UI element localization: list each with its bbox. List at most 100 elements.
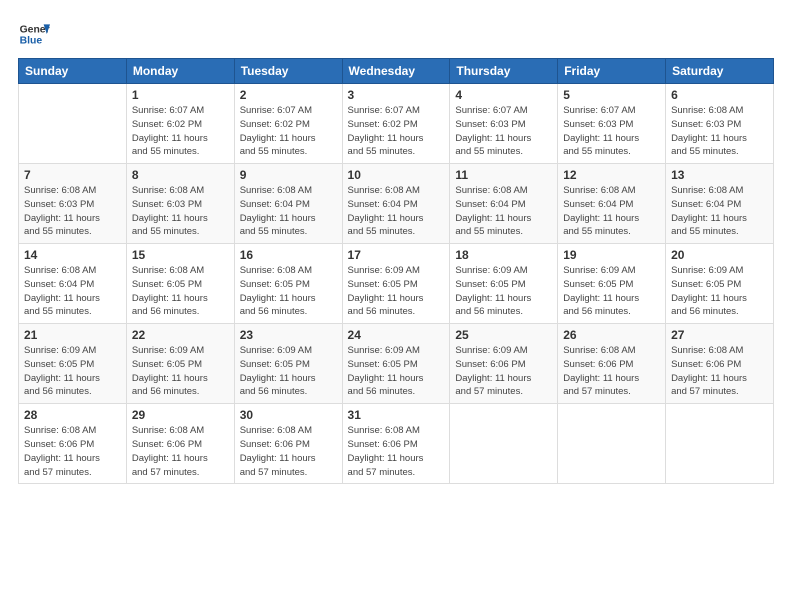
day-info: Sunrise: 6:09 AMSunset: 6:05 PMDaylight:… <box>671 264 768 319</box>
day-info: Sunrise: 6:07 AMSunset: 6:02 PMDaylight:… <box>240 104 337 159</box>
day-number: 23 <box>240 328 337 342</box>
calendar-cell: 10 Sunrise: 6:08 AMSunset: 6:04 PMDayligh… <box>342 164 450 244</box>
day-info: Sunrise: 6:08 AMSunset: 6:06 PMDaylight:… <box>348 424 445 479</box>
day-number: 10 <box>348 168 445 182</box>
day-number: 29 <box>132 408 229 422</box>
day-number: 3 <box>348 88 445 102</box>
calendar-table: SundayMondayTuesdayWednesdayThursdayFrid… <box>18 58 774 484</box>
calendar-cell: 12Sunrise: 6:08 AMSunset: 6:04 PMDayligh… <box>558 164 666 244</box>
weekday-header: Wednesday <box>342 59 450 84</box>
day-info: Sunrise: 6:09 AMSunset: 6:05 PMDaylight:… <box>348 344 445 399</box>
page-container: General Blue SundayMondayTuesdayWednesda… <box>0 0 792 494</box>
calendar-cell: 25Sunrise: 6:09 AMSunset: 6:06 PMDayligh… <box>450 324 558 404</box>
calendar-cell: 4 Sunrise: 6:07 AMSunset: 6:03 PMDaylight… <box>450 84 558 164</box>
week-row: 28 Sunrise: 6:08 AMSunset: 6:06 PMDayligh… <box>19 404 774 484</box>
day-info: Sunrise: 6:09 AMSunset: 6:05 PMDaylight:… <box>240 344 337 399</box>
day-info: Sunrise: 6:07 AMSunset: 6:02 PMDaylight:… <box>132 104 229 159</box>
header-row: SundayMondayTuesdayWednesdayThursdayFrid… <box>19 59 774 84</box>
day-info: Sunrise: 6:08 AMSunset: 6:05 PMDaylight:… <box>240 264 337 319</box>
day-number: 31 <box>348 408 445 422</box>
day-number: 22 <box>132 328 229 342</box>
day-info: Sunrise: 6:08 AMSunset: 6:05 PMDaylight:… <box>132 264 229 319</box>
day-number: 13 <box>671 168 768 182</box>
logo-icon: General Blue <box>18 18 50 50</box>
day-info: Sunrise: 6:08 AMSunset: 6:04 PMDaylight:… <box>348 184 445 239</box>
weekday-header: Saturday <box>666 59 774 84</box>
logo: General Blue <box>18 18 50 50</box>
day-info: Sunrise: 6:08 AMSunset: 6:06 PMDaylight:… <box>563 344 660 399</box>
day-info: Sunrise: 6:08 AMSunset: 6:06 PMDaylight:… <box>24 424 121 479</box>
day-number: 4 <box>455 88 552 102</box>
calendar-cell: 7 Sunrise: 6:08 AMSunset: 6:03 PMDaylight… <box>19 164 127 244</box>
week-row: 1 Sunrise: 6:07 AMSunset: 6:02 PMDaylight… <box>19 84 774 164</box>
svg-text:Blue: Blue <box>20 36 43 47</box>
day-info: Sunrise: 6:09 AMSunset: 6:05 PMDaylight:… <box>348 264 445 319</box>
day-number: 28 <box>24 408 121 422</box>
calendar-cell: 26 Sunrise: 6:08 AMSunset: 6:06 PMDayligh… <box>558 324 666 404</box>
calendar-cell <box>558 404 666 484</box>
day-info: Sunrise: 6:08 AMSunset: 6:04 PMDaylight:… <box>671 184 768 239</box>
calendar-cell: 3 Sunrise: 6:07 AMSunset: 6:02 PMDaylight… <box>342 84 450 164</box>
day-number: 15 <box>132 248 229 262</box>
day-info: Sunrise: 6:07 AMSunset: 6:03 PMDaylight:… <box>455 104 552 159</box>
calendar-cell: 22Sunrise: 6:09 AMSunset: 6:05 PMDayligh… <box>126 324 234 404</box>
calendar-cell: 20 Sunrise: 6:09 AMSunset: 6:05 PMDayligh… <box>666 244 774 324</box>
calendar-cell: 14 Sunrise: 6:08 AMSunset: 6:04 PMDayligh… <box>19 244 127 324</box>
day-number: 21 <box>24 328 121 342</box>
calendar-cell: 15 Sunrise: 6:08 AMSunset: 6:05 PMDayligh… <box>126 244 234 324</box>
calendar-cell: 23 Sunrise: 6:09 AMSunset: 6:05 PMDayligh… <box>234 324 342 404</box>
day-info: Sunrise: 6:09 AMSunset: 6:06 PMDaylight:… <box>455 344 552 399</box>
day-info: Sunrise: 6:09 AMSunset: 6:05 PMDaylight:… <box>455 264 552 319</box>
calendar-cell: 2 Sunrise: 6:07 AMSunset: 6:02 PMDaylight… <box>234 84 342 164</box>
day-info: Sunrise: 6:07 AMSunset: 6:02 PMDaylight:… <box>348 104 445 159</box>
calendar-cell: 28 Sunrise: 6:08 AMSunset: 6:06 PMDayligh… <box>19 404 127 484</box>
calendar-cell: 31 Sunrise: 6:08 AMSunset: 6:06 PMDayligh… <box>342 404 450 484</box>
day-number: 16 <box>240 248 337 262</box>
calendar-cell: 27 Sunrise: 6:08 AMSunset: 6:06 PMDayligh… <box>666 324 774 404</box>
calendar-cell: 6Sunrise: 6:08 AMSunset: 6:03 PMDaylight… <box>666 84 774 164</box>
day-info: Sunrise: 6:08 AMSunset: 6:04 PMDaylight:… <box>455 184 552 239</box>
day-info: Sunrise: 6:08 AMSunset: 6:03 PMDaylight:… <box>132 184 229 239</box>
calendar-cell: 5Sunrise: 6:07 AMSunset: 6:03 PMDaylight… <box>558 84 666 164</box>
calendar-cell: 24Sunrise: 6:09 AMSunset: 6:05 PMDayligh… <box>342 324 450 404</box>
day-number: 2 <box>240 88 337 102</box>
weekday-header: Thursday <box>450 59 558 84</box>
weekday-header: Sunday <box>19 59 127 84</box>
day-info: Sunrise: 6:08 AMSunset: 6:04 PMDaylight:… <box>240 184 337 239</box>
day-info: Sunrise: 6:09 AMSunset: 6:05 PMDaylight:… <box>563 264 660 319</box>
day-number: 19 <box>563 248 660 262</box>
day-number: 6 <box>671 88 768 102</box>
calendar-cell: 9Sunrise: 6:08 AMSunset: 6:04 PMDaylight… <box>234 164 342 244</box>
day-number: 11 <box>455 168 552 182</box>
calendar-cell <box>19 84 127 164</box>
day-number: 27 <box>671 328 768 342</box>
day-number: 30 <box>240 408 337 422</box>
day-number: 1 <box>132 88 229 102</box>
week-row: 14 Sunrise: 6:08 AMSunset: 6:04 PMDayligh… <box>19 244 774 324</box>
day-number: 20 <box>671 248 768 262</box>
day-info: Sunrise: 6:08 AMSunset: 6:06 PMDaylight:… <box>671 344 768 399</box>
calendar-cell: 13 Sunrise: 6:08 AMSunset: 6:04 PMDayligh… <box>666 164 774 244</box>
calendar-cell: 16 Sunrise: 6:08 AMSunset: 6:05 PMDayligh… <box>234 244 342 324</box>
day-number: 14 <box>24 248 121 262</box>
calendar-cell: 19 Sunrise: 6:09 AMSunset: 6:05 PMDayligh… <box>558 244 666 324</box>
day-info: Sunrise: 6:08 AMSunset: 6:04 PMDaylight:… <box>24 264 121 319</box>
day-number: 26 <box>563 328 660 342</box>
calendar-cell: 18Sunrise: 6:09 AMSunset: 6:05 PMDayligh… <box>450 244 558 324</box>
weekday-header: Tuesday <box>234 59 342 84</box>
day-info: Sunrise: 6:08 AMSunset: 6:04 PMDaylight:… <box>563 184 660 239</box>
week-row: 7 Sunrise: 6:08 AMSunset: 6:03 PMDaylight… <box>19 164 774 244</box>
day-info: Sunrise: 6:08 AMSunset: 6:06 PMDaylight:… <box>132 424 229 479</box>
day-number: 7 <box>24 168 121 182</box>
week-row: 21 Sunrise: 6:09 AMSunset: 6:05 PMDayligh… <box>19 324 774 404</box>
day-number: 8 <box>132 168 229 182</box>
calendar-cell <box>450 404 558 484</box>
calendar-cell: 8 Sunrise: 6:08 AMSunset: 6:03 PMDaylight… <box>126 164 234 244</box>
day-info: Sunrise: 6:08 AMSunset: 6:03 PMDaylight:… <box>24 184 121 239</box>
day-info: Sunrise: 6:08 AMSunset: 6:06 PMDaylight:… <box>240 424 337 479</box>
calendar-cell: 11 Sunrise: 6:08 AMSunset: 6:04 PMDayligh… <box>450 164 558 244</box>
calendar-cell: 1 Sunrise: 6:07 AMSunset: 6:02 PMDaylight… <box>126 84 234 164</box>
weekday-header: Monday <box>126 59 234 84</box>
day-number: 17 <box>348 248 445 262</box>
day-number: 5 <box>563 88 660 102</box>
